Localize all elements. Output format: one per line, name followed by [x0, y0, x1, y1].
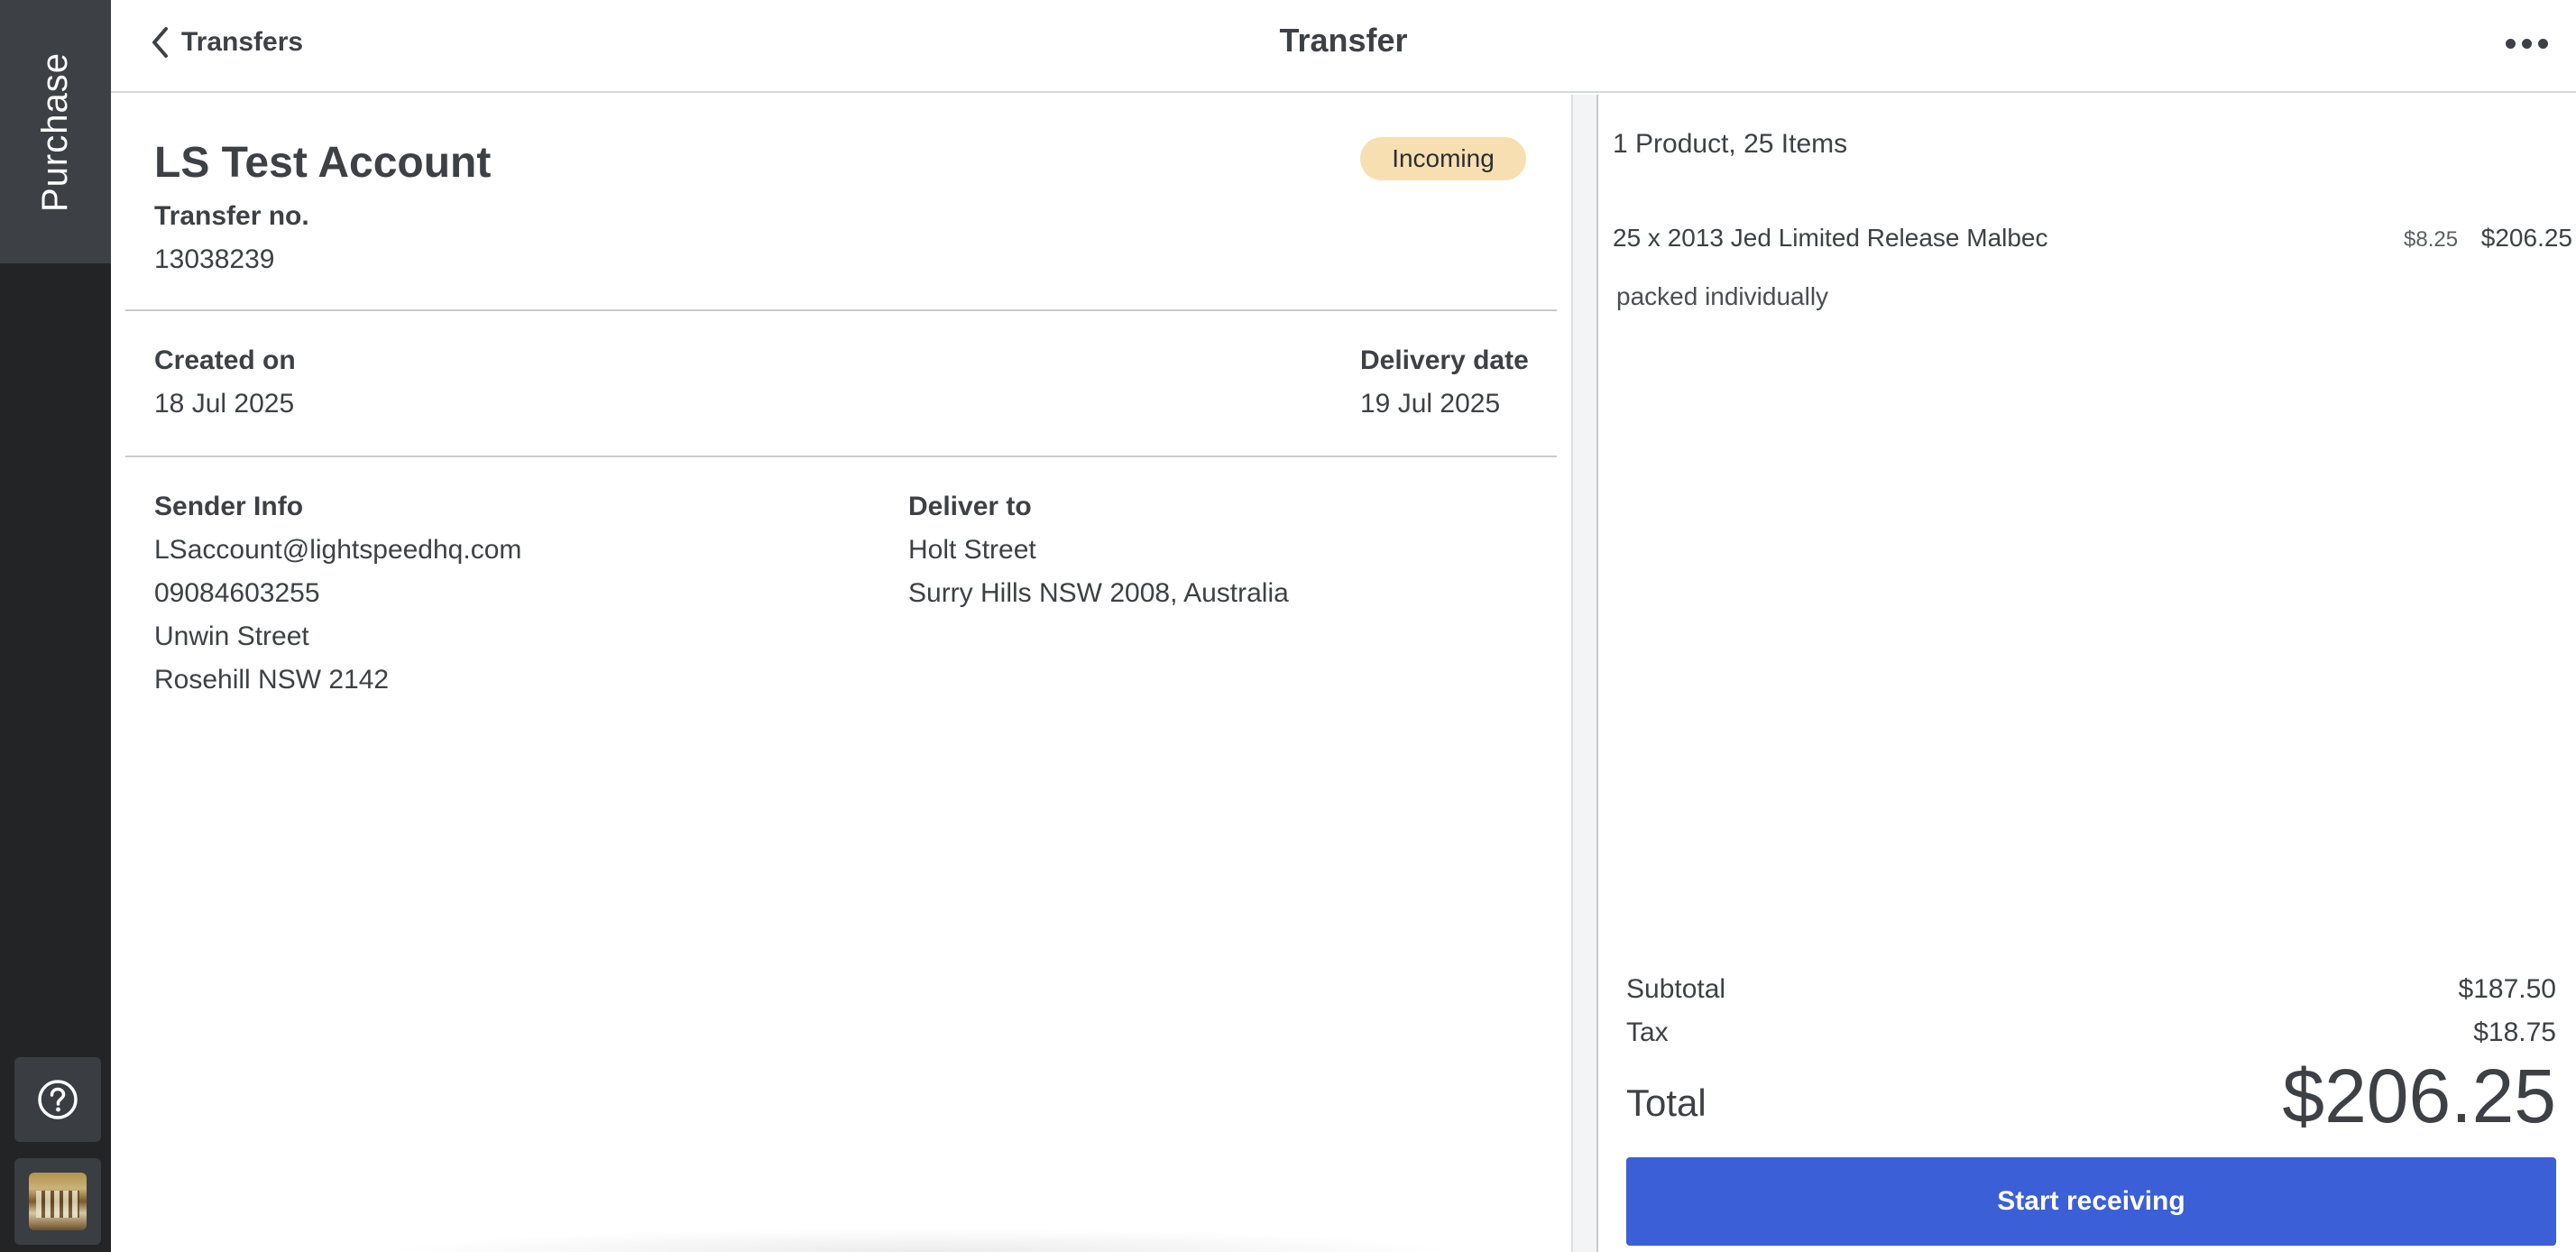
- sender-city: Rosehill NSW 2142: [154, 665, 390, 695]
- avatar[interactable]: [14, 1158, 101, 1245]
- created-on-value: 18 Jul 2025: [154, 389, 295, 419]
- line-total: $206.25: [2480, 224, 2572, 252]
- tax-label: Tax: [1626, 1017, 1669, 1047]
- sender-info-label: Sender Info: [154, 492, 304, 521]
- page-title: Transfer: [1279, 22, 1408, 59]
- help-button[interactable]: [14, 1057, 101, 1142]
- panel-separator: [1571, 95, 1598, 1252]
- account-name: LS Test Account: [154, 139, 492, 187]
- delivery-date-value: 19 Jul 2025: [1360, 389, 1501, 419]
- chevron-left-icon: [152, 27, 168, 58]
- subtotal-value: $187.50: [2458, 974, 2556, 1004]
- back-to-transfers-button[interactable]: Transfers: [151, 22, 303, 63]
- order-summary: 1 Product, 25 Items 25 x 2013 Jed Limite…: [1598, 95, 2576, 1252]
- status-badge: Incoming: [1360, 137, 1526, 180]
- line-description: 25 x 2013 Jed Limited Release Malbec: [1613, 224, 2048, 252]
- transfer-no-label: Transfer no.: [154, 201, 309, 231]
- help-circle-icon: [38, 1080, 78, 1119]
- line-unit-price: $8.25: [2404, 227, 2459, 252]
- top-bar: Transfers Transfer: [111, 0, 2576, 93]
- delivery-date-label: Delivery date: [1360, 345, 1529, 375]
- divider: [125, 309, 1557, 311]
- start-receiving-button[interactable]: Start receiving: [1626, 1157, 2556, 1246]
- sidebar-tab-purchase[interactable]: Purchase: [0, 0, 111, 263]
- product-count: 1 Product, 25 Items: [1613, 129, 1848, 159]
- total-label: Total: [1626, 1082, 1707, 1124]
- tax-value: $18.75: [2473, 1017, 2556, 1047]
- back-label: Transfers: [181, 27, 304, 57]
- sender-street: Unwin Street: [154, 621, 309, 651]
- sender-phone: 09084603255: [154, 578, 320, 608]
- bottom-shadow: [382, 1229, 1464, 1252]
- sender-email: LSaccount@lightspeedhq.com: [154, 535, 522, 565]
- transfer-no-value: 13038239: [154, 244, 275, 274]
- more-options-button[interactable]: [2495, 23, 2558, 63]
- more-horizontal-icon: [2505, 38, 2516, 49]
- created-on-label: Created on: [154, 345, 296, 375]
- sidebar-tab-label: Purchase: [35, 51, 76, 212]
- transfer-details: LS Test Account Incoming Transfer no. 13…: [111, 95, 1572, 1252]
- total-value: $206.25: [2282, 1054, 2556, 1138]
- divider: [125, 456, 1557, 457]
- deliver-to-label: Deliver to: [908, 492, 1032, 521]
- subtotal-label: Subtotal: [1626, 974, 1726, 1004]
- deliver-to-city: Surry Hills NSW 2008, Australia: [908, 578, 1289, 608]
- store-avatar-image: [29, 1173, 87, 1230]
- deliver-to-street: Holt Street: [908, 535, 1036, 565]
- line-note: packed individually: [1616, 282, 1829, 310]
- sidebar-rail: Purchase: [0, 0, 111, 1252]
